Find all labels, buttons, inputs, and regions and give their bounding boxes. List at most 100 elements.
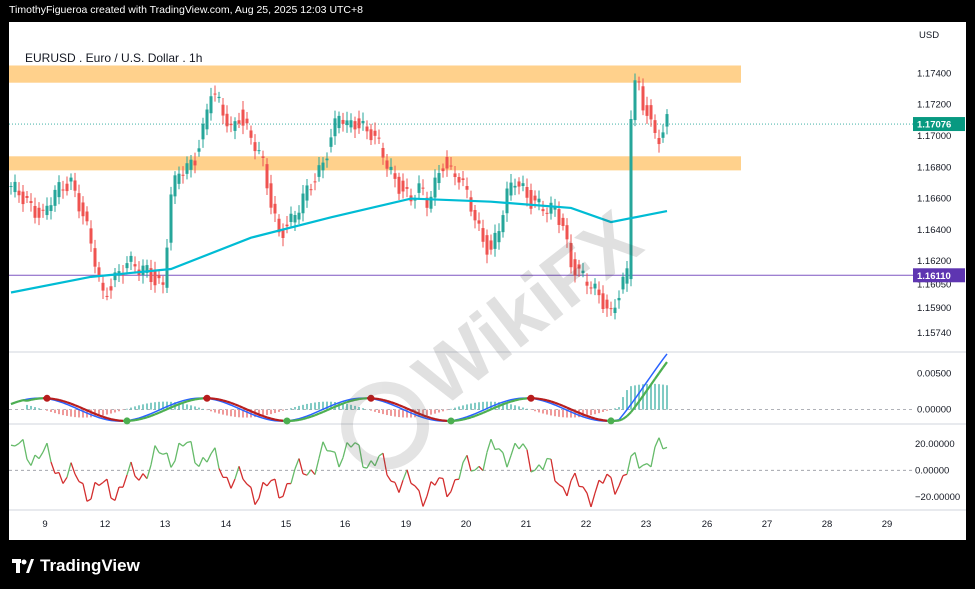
- oscillator-segment: [90, 482, 96, 500]
- oscillator-segment: [18, 438, 24, 444]
- oscillator-segment: [86, 498, 92, 502]
- oscillator-segment: [614, 485, 620, 495]
- candle-body: [505, 188, 509, 214]
- oscillator-segment: [46, 442, 52, 463]
- signal-line-segment: [74, 404, 80, 408]
- x-axis-tick-label: 16: [340, 519, 351, 530]
- oscillator-segment: [410, 482, 416, 487]
- signal-line-segment: [22, 399, 28, 402]
- oscillator-segment: [262, 481, 268, 487]
- candle-body: [461, 178, 465, 180]
- oscillator-segment: [26, 458, 32, 466]
- signal-line-segment: [650, 378, 656, 386]
- x-axis-tick-label: 13: [160, 519, 171, 530]
- oscillator-segment: [190, 441, 196, 464]
- signal-line-segment: [66, 401, 72, 405]
- candle-body: [69, 177, 73, 182]
- signal-line-segment: [582, 413, 588, 418]
- candle-body: [541, 209, 545, 212]
- oscillator-segment: [442, 478, 448, 497]
- oscillator-segment: [310, 469, 316, 476]
- indicator-1-tick-label: 0.00500: [917, 369, 951, 380]
- price-axis[interactable]: USD 1.17400 1.17200 1.17000 1.16800 1.16600 1.…: [913, 22, 966, 540]
- x-axis-tick-label: 15: [281, 519, 292, 530]
- wikifx-watermark-text: WikiFX: [398, 194, 657, 423]
- candle-body: [381, 147, 385, 158]
- candle-body: [293, 215, 297, 223]
- signal-line-segment: [50, 397, 56, 401]
- candle-body: [93, 248, 97, 267]
- oscillator-segment: [502, 452, 508, 468]
- macd-line: [10, 353, 668, 422]
- chart-area[interactable]: 9 12 13 14 15 16 19 20 21 22 23 26 27 28 29 WikiFX EURU…: [9, 22, 913, 540]
- signal-line-segment: [594, 417, 600, 421]
- candle-body: [321, 162, 325, 171]
- oscillator-segment: [402, 469, 408, 481]
- signal-line-segment: [538, 397, 544, 401]
- oscillator-segment: [218, 468, 224, 478]
- signal-line-segment: [322, 409, 328, 413]
- price-tick-label: 1.16400: [917, 225, 951, 236]
- signal-line-segment: [242, 406, 248, 411]
- signal-line-segment: [54, 398, 60, 402]
- signal-line-segment: [182, 400, 188, 404]
- signal-line-segment: [70, 402, 76, 407]
- price-tick-label: 1.17400: [917, 68, 951, 79]
- candle-body: [345, 120, 349, 126]
- candle-body: [133, 264, 137, 267]
- oscillator-segment: [574, 472, 580, 487]
- oscillator-segment: [130, 461, 136, 477]
- oscillator-segment: [142, 473, 148, 480]
- signal-line-segment: [394, 402, 400, 407]
- oscillator-segment: [258, 482, 264, 499]
- oscillator-segment: [586, 492, 592, 508]
- oscillator-segment: [102, 478, 108, 483]
- oscillator-segment: [238, 466, 244, 480]
- candle-body: [189, 159, 193, 170]
- oscillator-segment: [462, 454, 468, 463]
- candle-body: [185, 163, 189, 174]
- symbol-title[interactable]: EURUSD . Euro / U.S. Dollar . 1h: [25, 51, 202, 65]
- x-axis-tick-label: 14: [221, 519, 232, 530]
- candle-body: [201, 123, 205, 140]
- oscillator-segment: [650, 446, 656, 468]
- oscillator-segment: [534, 464, 540, 471]
- candle-body: [177, 173, 181, 184]
- oscillator-segment: [558, 484, 564, 488]
- chart-canvas[interactable]: 9 12 13 14 15 16 19 20 21 22 23 26 27 28 29 WikiFX: [9, 22, 913, 540]
- oscillator-segment: [482, 452, 488, 471]
- oscillator-segment: [158, 452, 164, 455]
- signal-line-segment: [306, 415, 312, 420]
- oscillator-segment: [146, 464, 152, 479]
- candle-body: [9, 186, 13, 188]
- oscillator-segment: [422, 495, 428, 507]
- signal-line-segment: [18, 399, 24, 403]
- tradingview-brand[interactable]: TradingView: [12, 556, 140, 576]
- crossover-dot: [607, 417, 615, 425]
- support-price-value: 1.16110: [917, 271, 951, 282]
- x-axis-tick-label: 20: [461, 519, 472, 530]
- signal-line-segment: [270, 417, 276, 421]
- candle-body: [301, 193, 305, 214]
- signal-line-segment: [386, 399, 392, 404]
- candle-body: [289, 213, 293, 223]
- oscillator-segment: [466, 455, 472, 472]
- candle-body: [637, 81, 641, 83]
- oscillator-segment: [450, 479, 456, 492]
- candle-body: [105, 295, 109, 297]
- oscillator-segment: [206, 453, 212, 463]
- candle-body: [545, 212, 549, 214]
- candle-body: [485, 235, 489, 255]
- candle-body: [225, 113, 229, 127]
- signal-line-segment: [398, 404, 404, 408]
- x-axis-tick-label: 12: [100, 519, 111, 530]
- candle-body: [73, 180, 77, 191]
- signal-line-segment: [150, 413, 156, 417]
- price-axis-canvas[interactable]: USD 1.17400 1.17200 1.17000 1.16800 1.16600 1.…: [913, 22, 966, 540]
- signal-line-segment: [190, 398, 196, 402]
- signal-line-segment: [158, 410, 164, 414]
- signal-line-segment: [566, 406, 572, 411]
- candle-body: [305, 185, 309, 201]
- candle-body: [157, 275, 161, 279]
- candle-body: [489, 240, 493, 250]
